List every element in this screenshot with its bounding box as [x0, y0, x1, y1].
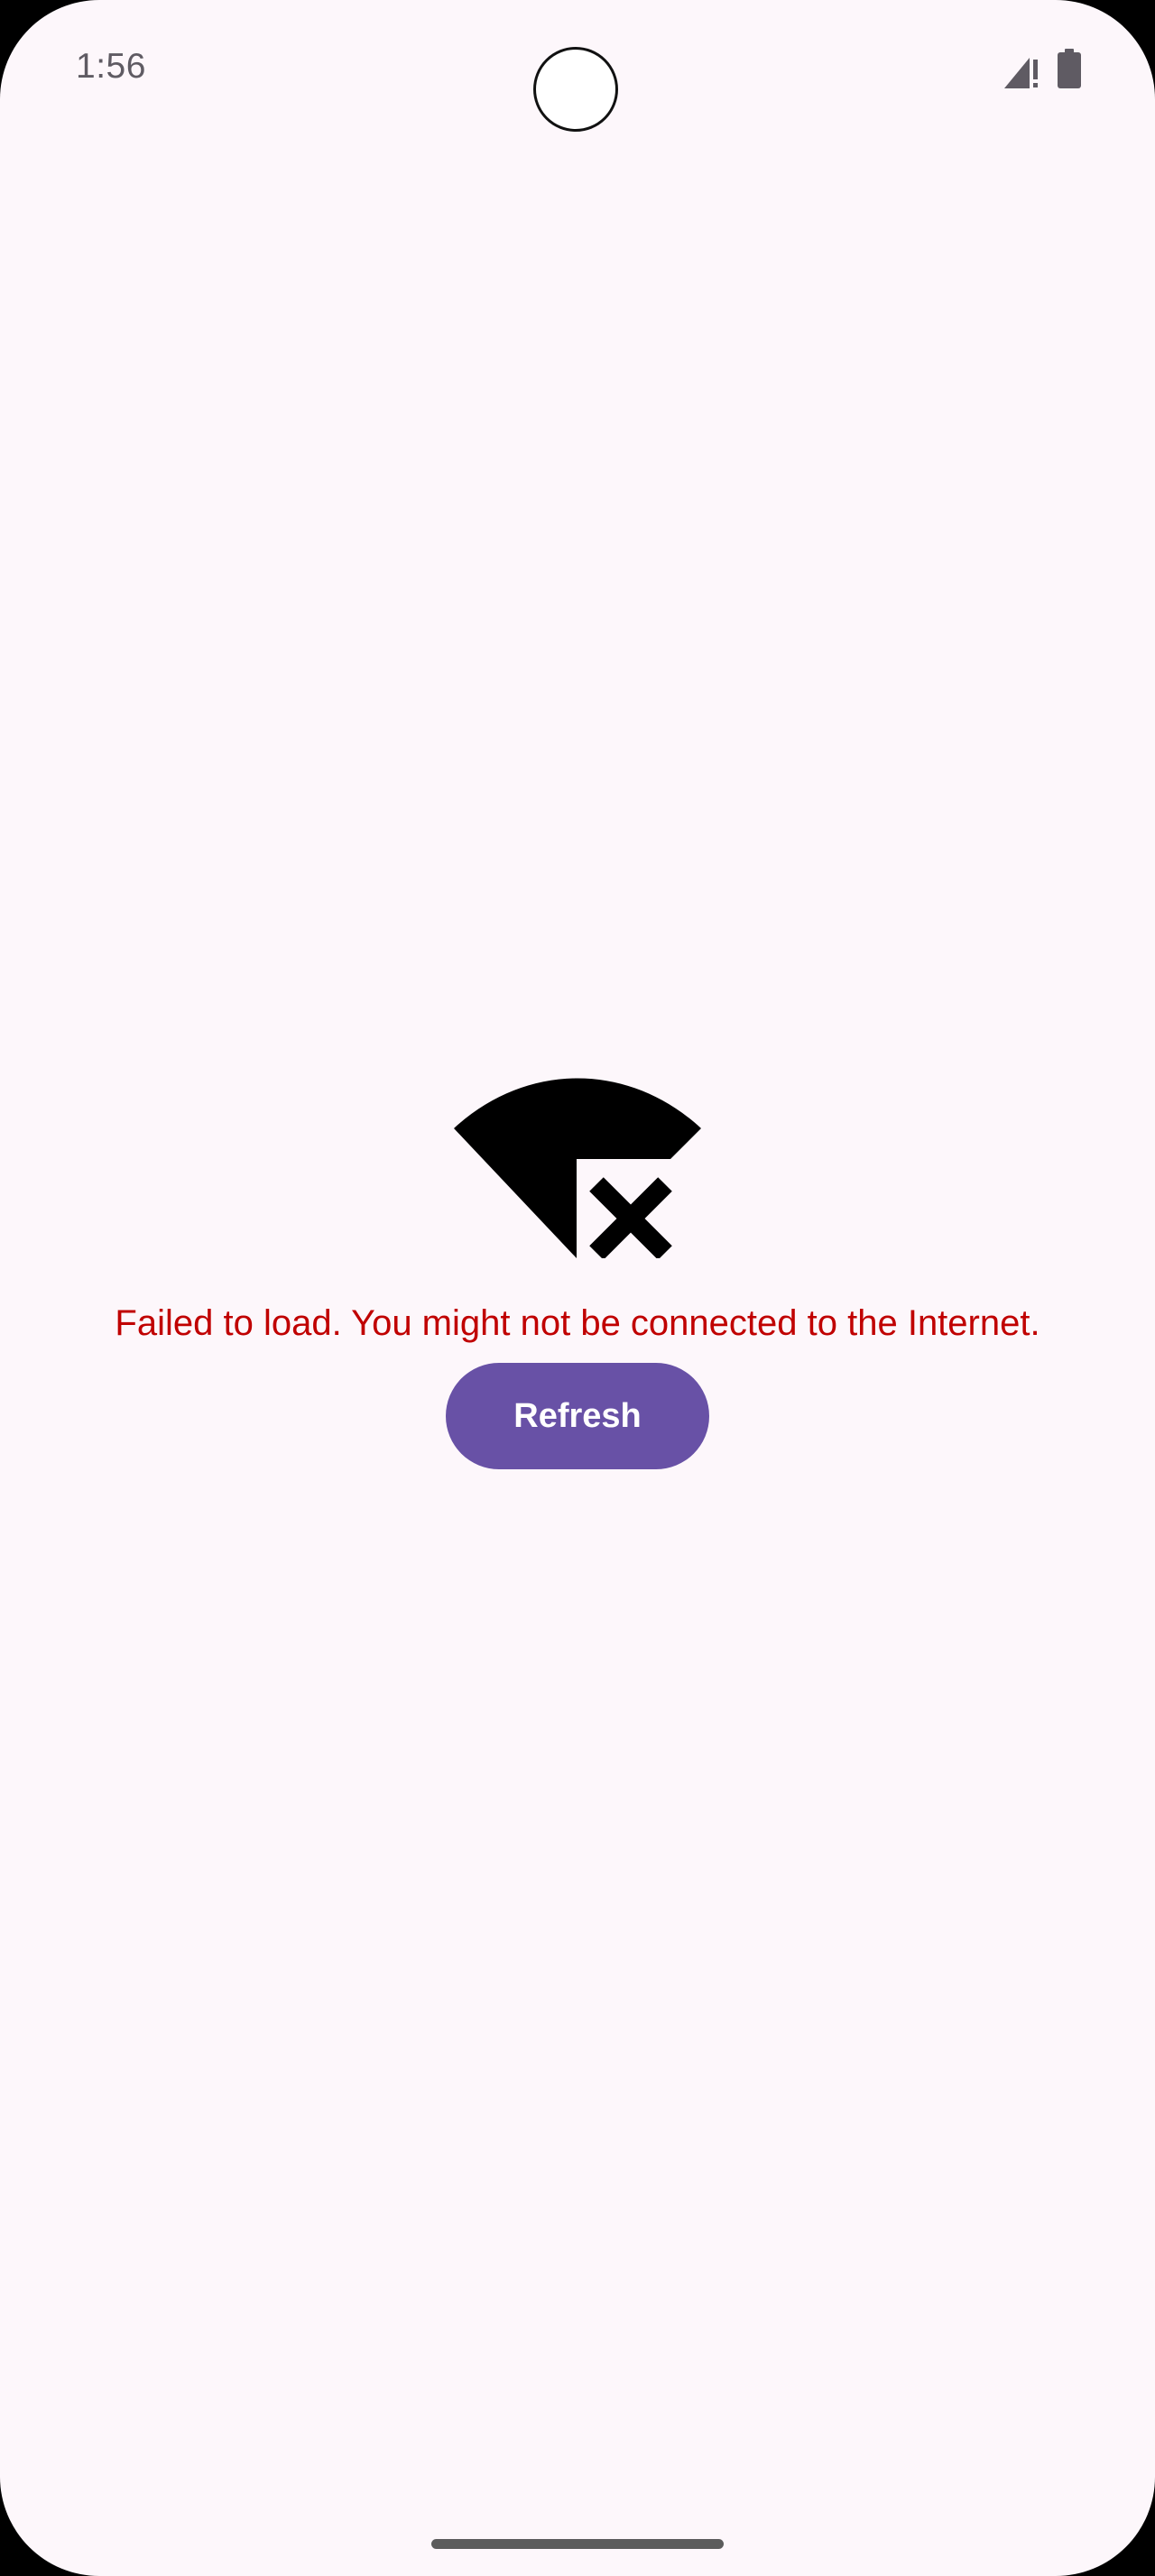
status-clock: 1:56	[76, 47, 146, 86]
signal-no-data-icon	[1004, 58, 1038, 88]
status-bar: 1:56	[0, 0, 1155, 135]
camera-cutout	[533, 47, 618, 132]
wifi-off-icon	[454, 1078, 701, 1258]
error-message: Failed to load. You might not be connect…	[115, 1303, 1040, 1343]
app-screen: 1:56 Failed to load. You might not be co…	[0, 0, 1155, 2576]
battery-full-icon	[1058, 49, 1081, 88]
home-indicator[interactable]	[431, 2539, 724, 2549]
refresh-button[interactable]: Refresh	[446, 1363, 709, 1469]
